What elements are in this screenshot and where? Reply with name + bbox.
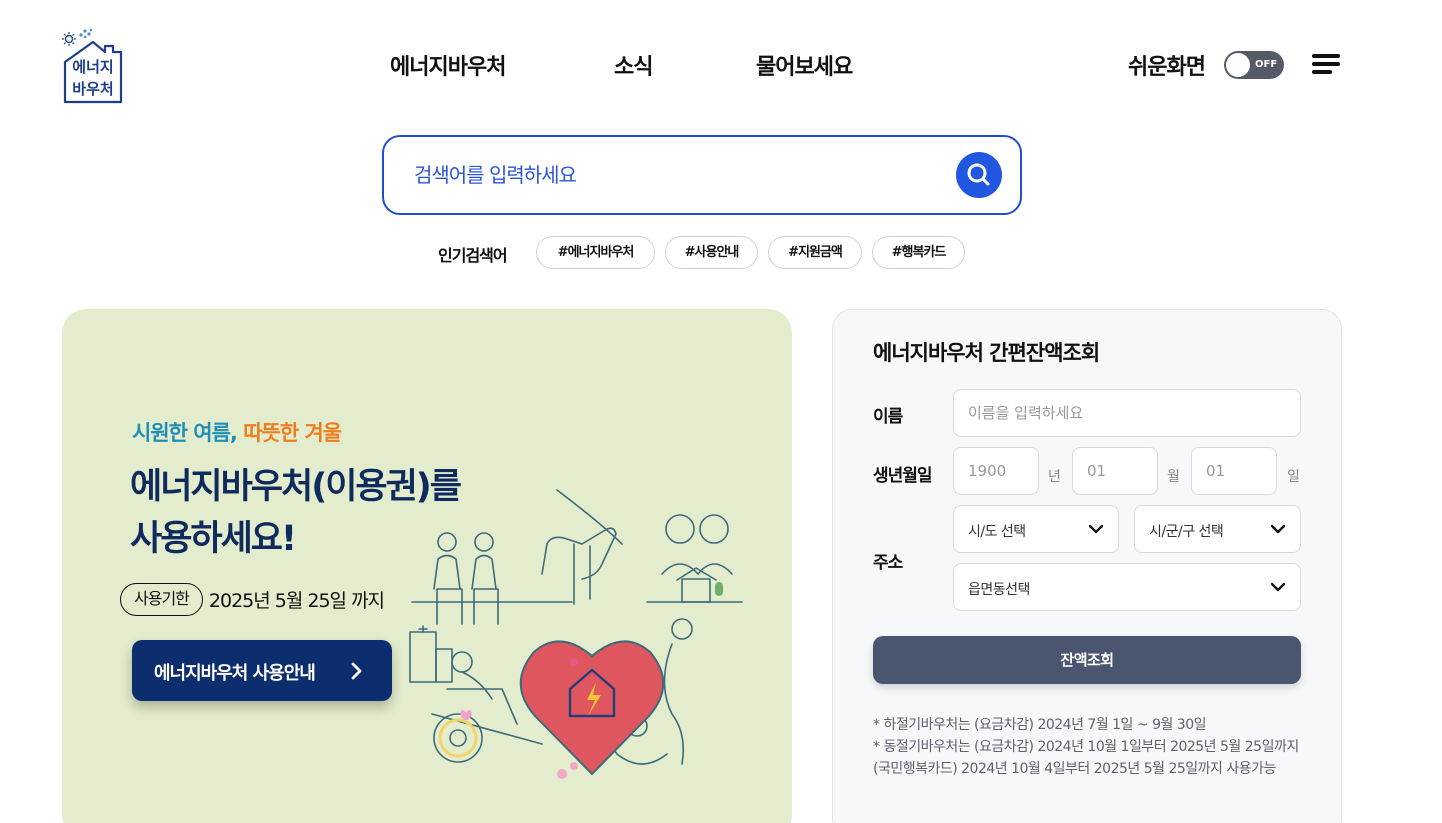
nav-item-energy-voucher[interactable]: 에너지바우처 <box>390 49 506 81</box>
period-date: 2025년 5월 25일 까지 <box>208 590 385 612</box>
balance-notes: * 하절기바우처는 (요금차감) 2024년 7월 1일 ~ 9월 30일 * … <box>873 714 1307 780</box>
search-box <box>382 135 1022 215</box>
popular-tag[interactable]: #행복카드 <box>872 236 965 269</box>
balance-lookup-title: 에너지바우처 간편잔액조회 <box>873 341 1100 365</box>
search-button[interactable] <box>956 152 1002 198</box>
birth-month-unit: 월 <box>1167 469 1180 485</box>
banner-subtitle: 시원한 여름, 따뜻한 겨울 <box>132 421 342 445</box>
balance-lookup-button[interactable]: 잔액조회 <box>873 636 1301 684</box>
birth-day-unit: 일 <box>1287 469 1300 485</box>
svg-text:바우처: 바우처 <box>72 80 113 98</box>
toggle-state-text: OFF <box>1255 59 1278 70</box>
svg-text:에너지: 에너지 <box>72 58 113 76</box>
note-winter: * 동절기바우처는 (요금차감) 2024년 10월 1일부터 2025년 5월… <box>873 739 1299 777</box>
birth-year-unit: 년 <box>1048 469 1061 485</box>
nav-item-ask[interactable]: 물어보세요 <box>756 49 853 81</box>
hamburger-menu-icon[interactable] <box>1312 54 1344 78</box>
chevron-down-icon <box>1270 582 1286 592</box>
balance-lookup-card: 에너지바우처 간편잔액조회 이름 생년월일 년 월 일 주소 시/도 선택 시/… <box>832 309 1342 823</box>
sido-select[interactable]: 시/도 선택 <box>953 505 1119 553</box>
popular-tag[interactable]: #지원금액 <box>768 236 862 269</box>
sigungu-select[interactable]: 시/군/구 선택 <box>1134 505 1301 553</box>
toggle-knob <box>1226 53 1250 77</box>
easy-view-toggle[interactable]: OFF <box>1224 51 1284 79</box>
search-input[interactable] <box>414 157 934 193</box>
banner-period: 사용기한 2025년 5월 25일 까지 <box>120 583 385 616</box>
chevron-down-icon <box>1270 524 1286 534</box>
site-logo[interactable]: 에너지 바우처 <box>60 26 126 106</box>
usage-guide-button[interactable]: 에너지바우처 사용안내 <box>132 640 392 701</box>
nav-item-news[interactable]: 소식 <box>614 49 653 81</box>
chevron-right-icon <box>351 662 362 680</box>
birth-month-input[interactable] <box>1072 447 1158 495</box>
search-icon <box>967 163 990 186</box>
birth-day-input[interactable] <box>1191 447 1277 495</box>
house-logo-icon: 에너지 바우처 <box>62 28 123 104</box>
birth-label: 생년월일 <box>873 466 933 486</box>
note-summer: * 하절기바우처는 (요금차감) 2024년 7월 1일 ~ 9월 30일 <box>873 717 1207 733</box>
birth-year-input[interactable] <box>953 447 1039 495</box>
address-label: 주소 <box>873 553 903 573</box>
eupmyeondong-select[interactable]: 읍면동선택 <box>953 563 1301 611</box>
name-label: 이름 <box>873 407 903 427</box>
promo-banner: 시원한 여름, 따뜻한 겨울 에너지바우처(이용권)를 사용하세요! 사용기한 2… <box>62 309 792 823</box>
heart-house-community-icon <box>409 489 743 779</box>
name-input[interactable] <box>953 389 1301 437</box>
easy-view-label: 쉬운화면 <box>1128 55 1206 80</box>
popular-tag[interactable]: #에너지바우처 <box>536 236 655 269</box>
popular-tag[interactable]: #사용안내 <box>665 236 758 269</box>
period-badge: 사용기한 <box>120 583 203 616</box>
popular-keywords-label: 인기검색어 <box>438 246 508 265</box>
chevron-down-icon <box>1088 524 1104 534</box>
